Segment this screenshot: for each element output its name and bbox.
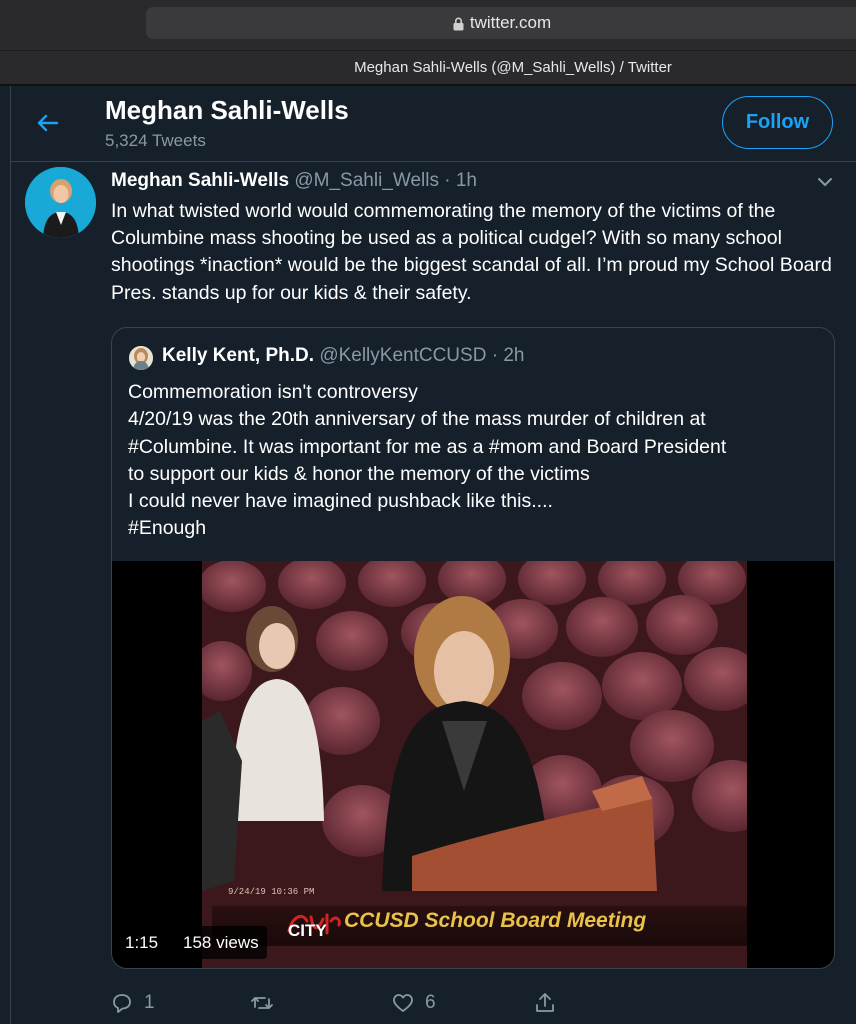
lock-icon xyxy=(453,17,464,31)
tab-title[interactable]: Meghan Sahli-Wells (@M_Sahli_Wells) / Tw… xyxy=(0,52,856,84)
chrome-divider xyxy=(0,50,856,51)
url-text: twitter.com xyxy=(469,13,552,32)
follow-button[interactable]: Follow xyxy=(722,96,833,149)
separator-dot: · xyxy=(491,345,499,366)
quote-line: I could never have imagined pushback lik… xyxy=(128,490,553,513)
quote-header: Kelly Kent, Ph.D. @KellyKentCCUSD · 2h xyxy=(162,345,524,367)
quote-author-handle: @KellyKentCCUSD xyxy=(319,345,487,366)
author-handle[interactable]: @M_Sahli_Wells xyxy=(294,170,439,191)
reply-icon xyxy=(113,994,131,1013)
chrome-bottom-border xyxy=(0,84,856,86)
quote-line: to support our kids & honor the memory o… xyxy=(128,462,590,485)
quote-avatar xyxy=(129,346,153,370)
quote-text: Commemoration isn't controversy 4/20/19 … xyxy=(128,379,828,543)
tweet-text: In what twisted world would commemoratin… xyxy=(111,200,832,304)
back-arrow-icon[interactable] xyxy=(32,108,62,138)
caret-down-icon[interactable] xyxy=(816,176,834,188)
avatar[interactable] xyxy=(25,167,96,238)
separator-dot: · xyxy=(444,170,451,191)
video-duration: 1:15 xyxy=(119,926,165,959)
video-views: 158 views xyxy=(175,926,267,959)
retweet-icon xyxy=(251,997,273,1009)
share-icon xyxy=(536,993,554,1012)
tweet-time[interactable]: 1h xyxy=(456,170,477,191)
banner-title: CCUSD School Board Meeting xyxy=(344,909,647,932)
browser-chrome: twitter.com Meghan Sahli-Wells (@M_Sahli… xyxy=(0,0,856,86)
tweet-header: Meghan Sahli-Wells @M_Sahli_Wells · 1h xyxy=(111,170,477,192)
banner-city: CITY xyxy=(288,921,327,940)
retweet-button[interactable] xyxy=(250,988,284,1018)
like-button[interactable]: 6 xyxy=(391,988,436,1018)
quote-line: Commemoration isn't controversy xyxy=(128,381,418,403)
reply-count: 1 xyxy=(144,992,155,1013)
video-timestamp: 9/24/19 10:36 PM xyxy=(228,887,315,897)
quote-hashtag[interactable]: #Enough xyxy=(128,515,828,542)
header-divider xyxy=(11,161,856,162)
quote-line: #Columbine. It was important for me as a… xyxy=(128,435,727,458)
quote-author-name: Kelly Kent, Ph.D. xyxy=(162,345,315,366)
profile-name: Meghan Sahli-Wells xyxy=(105,95,349,125)
quote-time: 2h xyxy=(503,345,525,366)
share-button[interactable] xyxy=(533,988,557,1018)
quoted-tweet[interactable]: Kelly Kent, Ph.D. @KellyKentCCUSD · 2h C… xyxy=(111,327,835,969)
video-player[interactable]: 9/24/19 10:36 PM CITY CCUSD School Board… xyxy=(112,561,834,968)
like-icon xyxy=(393,994,413,1012)
like-count: 6 xyxy=(425,992,436,1013)
column-border-left xyxy=(10,86,11,1024)
quote-line: 4/20/19 was the 20th anniversary of the … xyxy=(128,408,706,431)
author-name[interactable]: Meghan Sahli-Wells xyxy=(111,170,289,191)
avatar-image xyxy=(25,167,96,238)
tweet-count: 5,324 Tweets xyxy=(105,131,206,150)
reply-button[interactable]: 1 xyxy=(110,988,155,1018)
address-bar[interactable]: twitter.com xyxy=(146,7,856,39)
quote-avatar-image xyxy=(129,346,153,370)
